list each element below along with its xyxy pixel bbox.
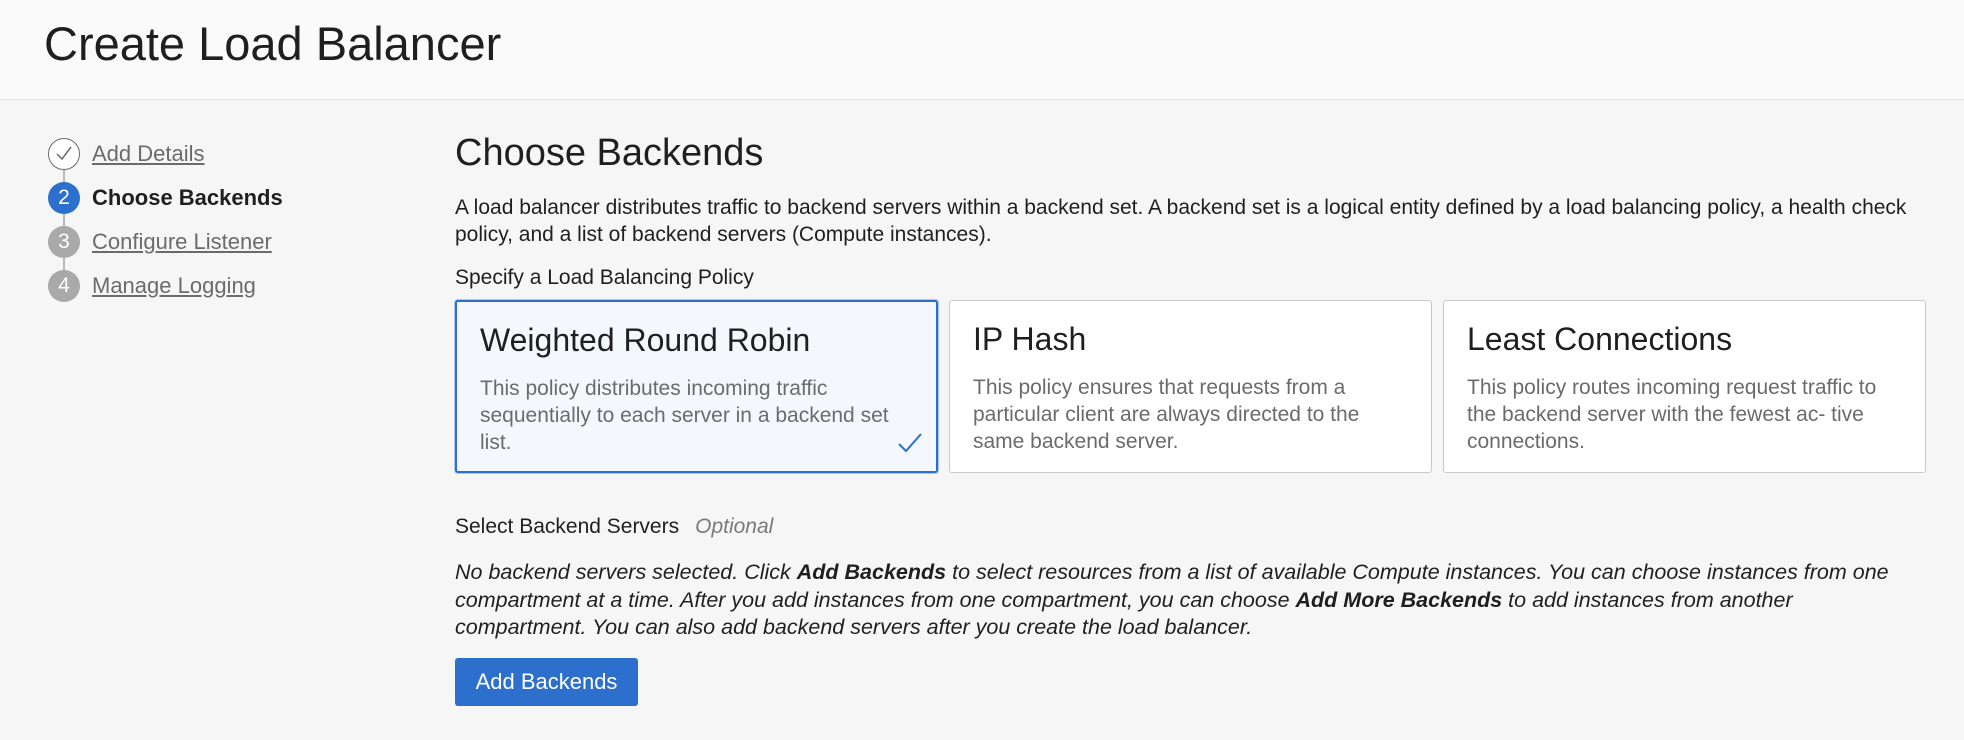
step-configure-listener[interactable]: 3 Configure Listener <box>48 220 408 264</box>
policy-card-ip-hash[interactable]: IP Hash This policy ensures that request… <box>949 300 1432 473</box>
step-manage-logging[interactable]: 4 Manage Logging <box>48 264 408 308</box>
page-header: Create Load Balancer <box>0 0 1964 100</box>
step-number: 3 <box>48 226 80 258</box>
policy-description: This policy distributes incoming traffic… <box>480 377 889 454</box>
step-number: 4 <box>48 270 80 302</box>
selected-check-icon <box>898 433 922 453</box>
no-backends-message: No backend servers selected. Click Add B… <box>455 559 1925 642</box>
wizard-steps: Add Details 2 Choose Backends 3 Configur… <box>48 132 408 308</box>
message-emphasis: Add Backends <box>796 560 947 584</box>
policy-title: Least Connections <box>1467 321 1733 357</box>
step-label: Choose Backends <box>92 185 283 210</box>
message-text: No backend servers selected. Click <box>455 560 797 584</box>
page-title: Create Load Balancer <box>44 17 502 70</box>
message-emphasis: Add More Backends <box>1295 587 1503 612</box>
section-title: Choose Backends <box>455 132 764 174</box>
policy-description: This policy ensures that requests from a… <box>973 376 1360 453</box>
policy-title: Weighted Round Robin <box>480 322 811 358</box>
add-backends-button[interactable]: Add Backends <box>455 657 638 706</box>
intro-text: A load balancer distributes traffic to b… <box>455 196 1907 246</box>
step-label[interactable]: Configure Listener <box>92 229 272 255</box>
checkmark-icon <box>48 138 80 170</box>
policy-card-least-connections[interactable]: Least Connections This policy routes inc… <box>1443 300 1926 473</box>
step-number: 2 <box>48 182 80 214</box>
step-label[interactable]: Add Details <box>92 141 205 167</box>
backend-servers-label: Select Backend Servers Optional <box>455 515 1935 539</box>
main-content: Choose Backends A load balancer distribu… <box>455 132 1935 706</box>
step-choose-backends: 2 Choose Backends <box>48 176 408 220</box>
step-add-details[interactable]: Add Details <box>48 132 408 176</box>
policy-cards: Weighted Round Robin This policy distrib… <box>455 300 1935 473</box>
policy-label: Specify a Load Balancing Policy <box>455 266 754 289</box>
servers-label-text: Select Backend Servers <box>455 515 680 538</box>
policy-description: This policy routes incoming request traf… <box>1467 376 1877 453</box>
step-label[interactable]: Manage Logging <box>92 273 256 299</box>
policy-title: IP Hash <box>973 321 1087 357</box>
optional-tag: Optional <box>695 515 774 538</box>
policy-card-weighted-round-robin[interactable]: Weighted Round Robin This policy distrib… <box>455 300 938 473</box>
